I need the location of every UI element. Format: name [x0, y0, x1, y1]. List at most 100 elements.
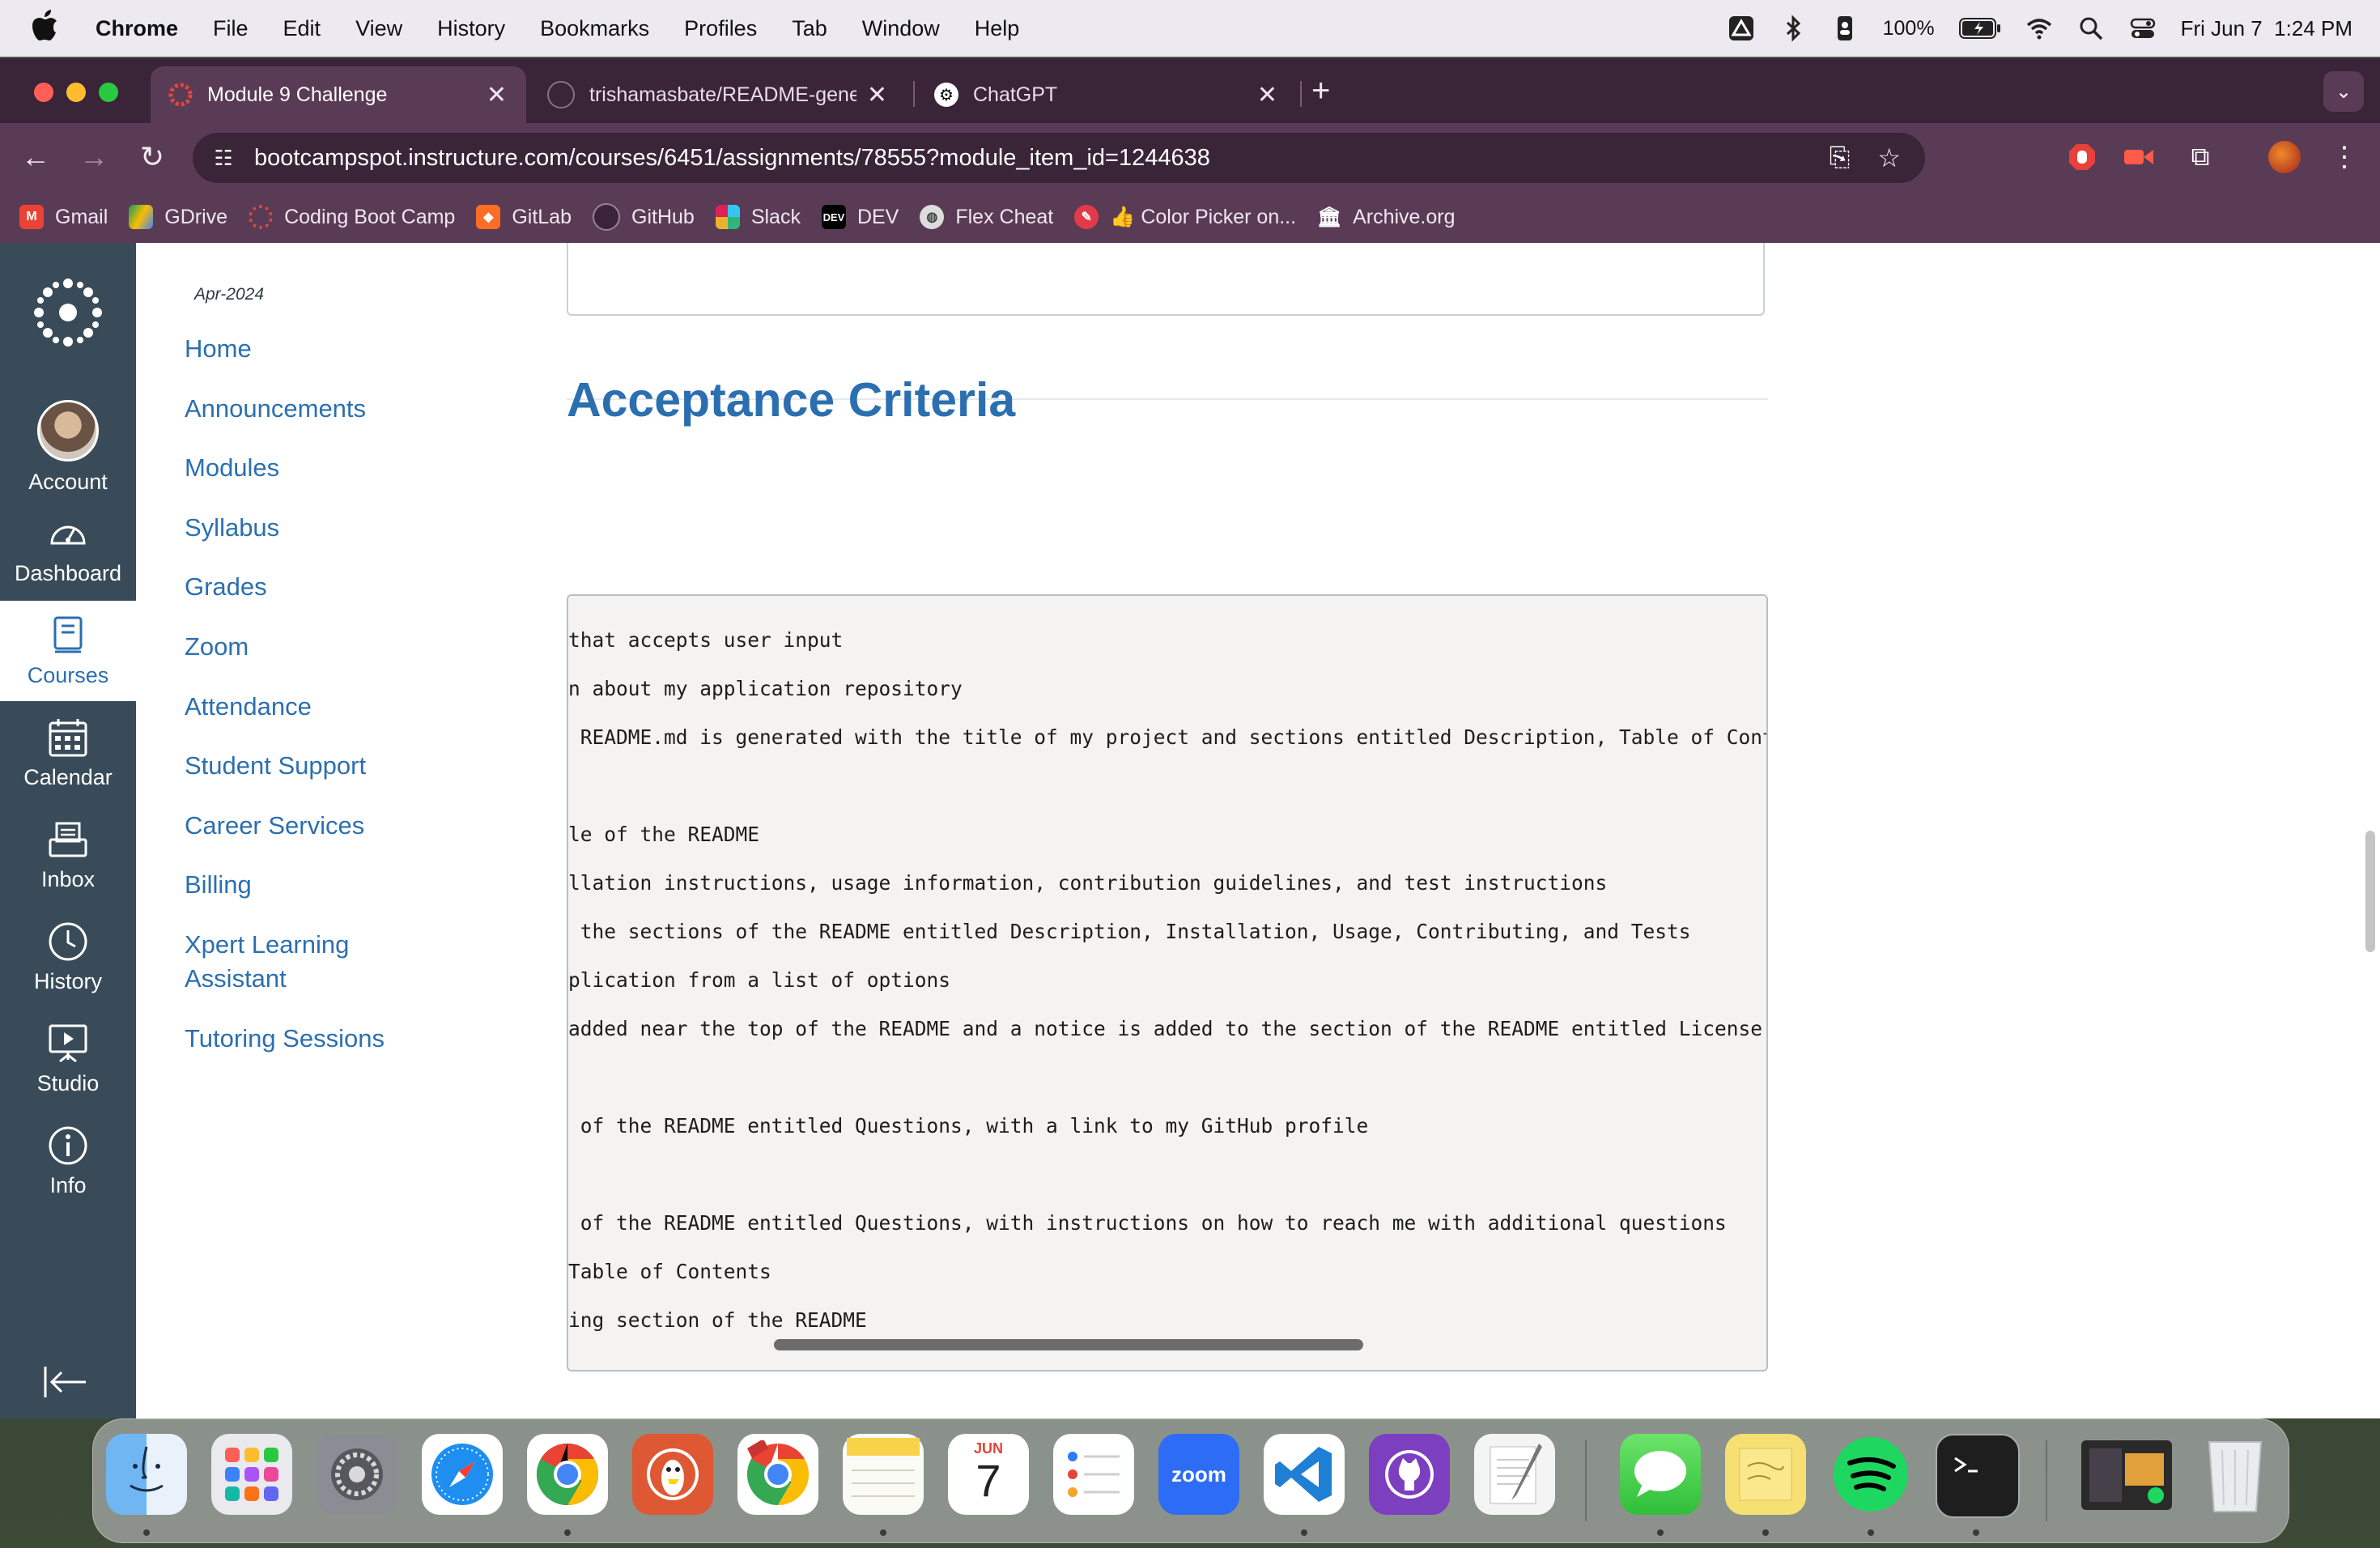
course-nav-zoom[interactable]: Zoom — [185, 630, 460, 664]
textedit-icon[interactable] — [1474, 1434, 1555, 1515]
tab-search-chevron-down-icon[interactable]: ⌄ — [2323, 71, 2364, 112]
window-minimize-button[interactable] — [66, 83, 86, 102]
bluetooth-icon[interactable] — [1779, 15, 1807, 42]
duckduckgo-icon[interactable] — [632, 1434, 713, 1515]
menu-bookmarks[interactable]: Bookmarks — [540, 16, 649, 41]
extensions-puzzle-icon[interactable]: ⧉ — [2182, 139, 2218, 175]
control-center-icon[interactable] — [2129, 15, 2157, 42]
global-nav-studio[interactable]: Studio — [0, 1009, 136, 1109]
bookmark-archive[interactable]: 🏛 Archive.org — [1317, 205, 1456, 229]
adblock-extension-icon[interactable] — [2064, 139, 2100, 175]
course-nav-attendance[interactable]: Attendance — [185, 690, 460, 724]
stickies-icon[interactable] — [1725, 1434, 1806, 1515]
course-nav-home[interactable]: Home — [185, 332, 460, 366]
reload-icon[interactable]: ↻ — [134, 139, 170, 175]
course-nav-syllabus[interactable]: Syllabus — [185, 511, 460, 545]
menu-window[interactable]: Window — [862, 16, 940, 41]
menu-edit[interactable]: Edit — [283, 16, 321, 41]
menu-view[interactable]: View — [355, 16, 402, 41]
tab-close-icon[interactable]: ✕ — [867, 81, 887, 109]
collapse-nav-icon[interactable] — [42, 1363, 94, 1404]
forward-arrow-icon[interactable]: → — [76, 139, 112, 175]
bookmark-github[interactable]: GitHub — [593, 203, 695, 231]
bookmark-gmail[interactable]: M Gmail — [19, 205, 108, 229]
horizontal-scrollbar[interactable] — [774, 1339, 1363, 1350]
screenshot-preview-icon[interactable] — [2081, 1440, 2172, 1510]
menu-history[interactable]: History — [437, 16, 505, 41]
wifi-icon[interactable] — [2025, 15, 2053, 42]
menu-profiles[interactable]: Profiles — [684, 16, 757, 41]
course-nav-announcements[interactable]: Announcements — [185, 392, 460, 426]
bookmark-gitlab[interactable]: ◆ GitLab — [476, 205, 572, 229]
course-nav-student-support[interactable]: Student Support — [185, 749, 460, 783]
chrome-dev-icon[interactable] — [737, 1434, 818, 1515]
menu-file[interactable]: File — [213, 16, 249, 41]
menu-tab[interactable]: Tab — [792, 16, 827, 41]
drive-status-icon[interactable] — [1728, 15, 1755, 42]
bookmark-dev[interactable]: DEV DEV — [821, 205, 899, 229]
new-tab-button[interactable]: + — [1311, 73, 1330, 109]
tab-module-9[interactable]: Module 9 Challenge ✕ — [151, 66, 526, 123]
user-status-icon[interactable] — [1831, 15, 1859, 42]
global-nav-info[interactable]: Info — [0, 1111, 136, 1211]
page-vertical-scrollbar[interactable] — [2365, 831, 2375, 952]
tab-close-icon[interactable]: ✕ — [1257, 81, 1277, 109]
install-app-icon[interactable]: ⎘ — [1830, 142, 1851, 173]
menubar-clock[interactable]: Fri Jun 7 1:24 PM — [2181, 16, 2352, 41]
notes-icon[interactable] — [843, 1434, 924, 1515]
messages-icon[interactable] — [1620, 1434, 1701, 1515]
course-nav-grades[interactable]: Grades — [185, 570, 460, 604]
global-nav-account[interactable]: Account — [0, 397, 136, 497]
global-nav-inbox[interactable]: Inbox — [0, 805, 136, 905]
course-nav-modules[interactable]: Modules — [185, 451, 460, 485]
bookmark-coding-boot-camp[interactable]: Coding Boot Camp — [249, 205, 455, 229]
tab-title: trishamasbate/README-gene — [589, 83, 856, 106]
global-nav-calendar[interactable]: Calendar — [0, 703, 136, 803]
tab-github-readme[interactable]: trishamasbate/README-gene ✕ — [529, 66, 907, 123]
window-zoom-button[interactable] — [99, 83, 118, 102]
tab-chatgpt[interactable]: ⚙ ChatGPT ✕ — [916, 66, 1297, 123]
terminal-icon[interactable] — [1936, 1434, 2020, 1518]
chrome-menu-icon[interactable]: ⋮ — [2327, 139, 2362, 175]
battery-icon[interactable] — [1958, 18, 2001, 39]
menu-app-name[interactable]: Chrome — [96, 16, 178, 41]
apple-menu-icon[interactable] — [31, 9, 73, 48]
trash-icon[interactable] — [2195, 1434, 2276, 1515]
bookmark-slack[interactable]: Slack — [715, 205, 801, 229]
global-nav-history[interactable]: History — [0, 907, 136, 1007]
course-nav-tutoring-sessions[interactable]: Tutoring Sessions — [185, 1022, 460, 1056]
chrome-icon[interactable] — [527, 1434, 608, 1515]
bookmark-flex-cheat[interactable]: ◍ Flex Cheat — [920, 205, 1053, 229]
safari-icon[interactable] — [422, 1434, 503, 1515]
menu-help[interactable]: Help — [975, 16, 1020, 41]
profile-avatar[interactable] — [2267, 139, 2302, 175]
screen-recorder-extension-icon[interactable] — [2121, 139, 2157, 175]
zoom-icon[interactable]: zoom — [1158, 1434, 1239, 1515]
github-desktop-icon[interactable] — [1369, 1434, 1450, 1515]
calendar-app-icon[interactable]: JUN 7 — [948, 1434, 1029, 1515]
system-settings-icon[interactable] — [317, 1434, 397, 1515]
course-nav-billing[interactable]: Billing — [185, 868, 460, 902]
address-bar[interactable]: ☷ bootcampspot.instructure.com/courses/6… — [193, 133, 1925, 183]
site-settings-icon[interactable]: ☷ — [209, 143, 238, 172]
tab-close-icon[interactable]: ✕ — [487, 81, 507, 109]
course-nav-xpert-learning-assistant[interactable]: Xpert Learning Assistant — [185, 928, 395, 996]
course-nav-career-services[interactable]: Career Services — [185, 809, 460, 843]
launchpad-icon[interactable] — [211, 1434, 292, 1515]
bookmark-color-picker[interactable]: ✎ 👍 Color Picker on... — [1074, 205, 1296, 229]
global-nav-courses[interactable]: Courses — [0, 601, 136, 701]
window-close-button[interactable] — [34, 83, 53, 102]
reminders-icon[interactable] — [1053, 1434, 1134, 1515]
global-navigation: Account Dashboard Courses Calendar Inbox… — [0, 243, 136, 1418]
spotify-icon[interactable] — [1830, 1434, 1911, 1515]
acceptance-criteria-code-block[interactable]: ing section of the README Table of Conten… — [567, 594, 1768, 1372]
back-arrow-icon[interactable]: ← — [18, 139, 53, 175]
bookmark-gdrive[interactable]: GDrive — [129, 205, 227, 229]
global-nav-dashboard[interactable]: Dashboard — [0, 499, 136, 599]
finder-icon[interactable] — [106, 1434, 187, 1515]
vscode-icon[interactable] — [1264, 1434, 1345, 1515]
spotlight-search-icon[interactable] — [2077, 15, 2105, 42]
canvas-logo[interactable] — [0, 243, 136, 382]
bookmark-star-icon[interactable]: ☆ — [1877, 142, 1901, 173]
address-url[interactable]: bootcampspot.instructure.com/courses/645… — [254, 145, 1210, 172]
